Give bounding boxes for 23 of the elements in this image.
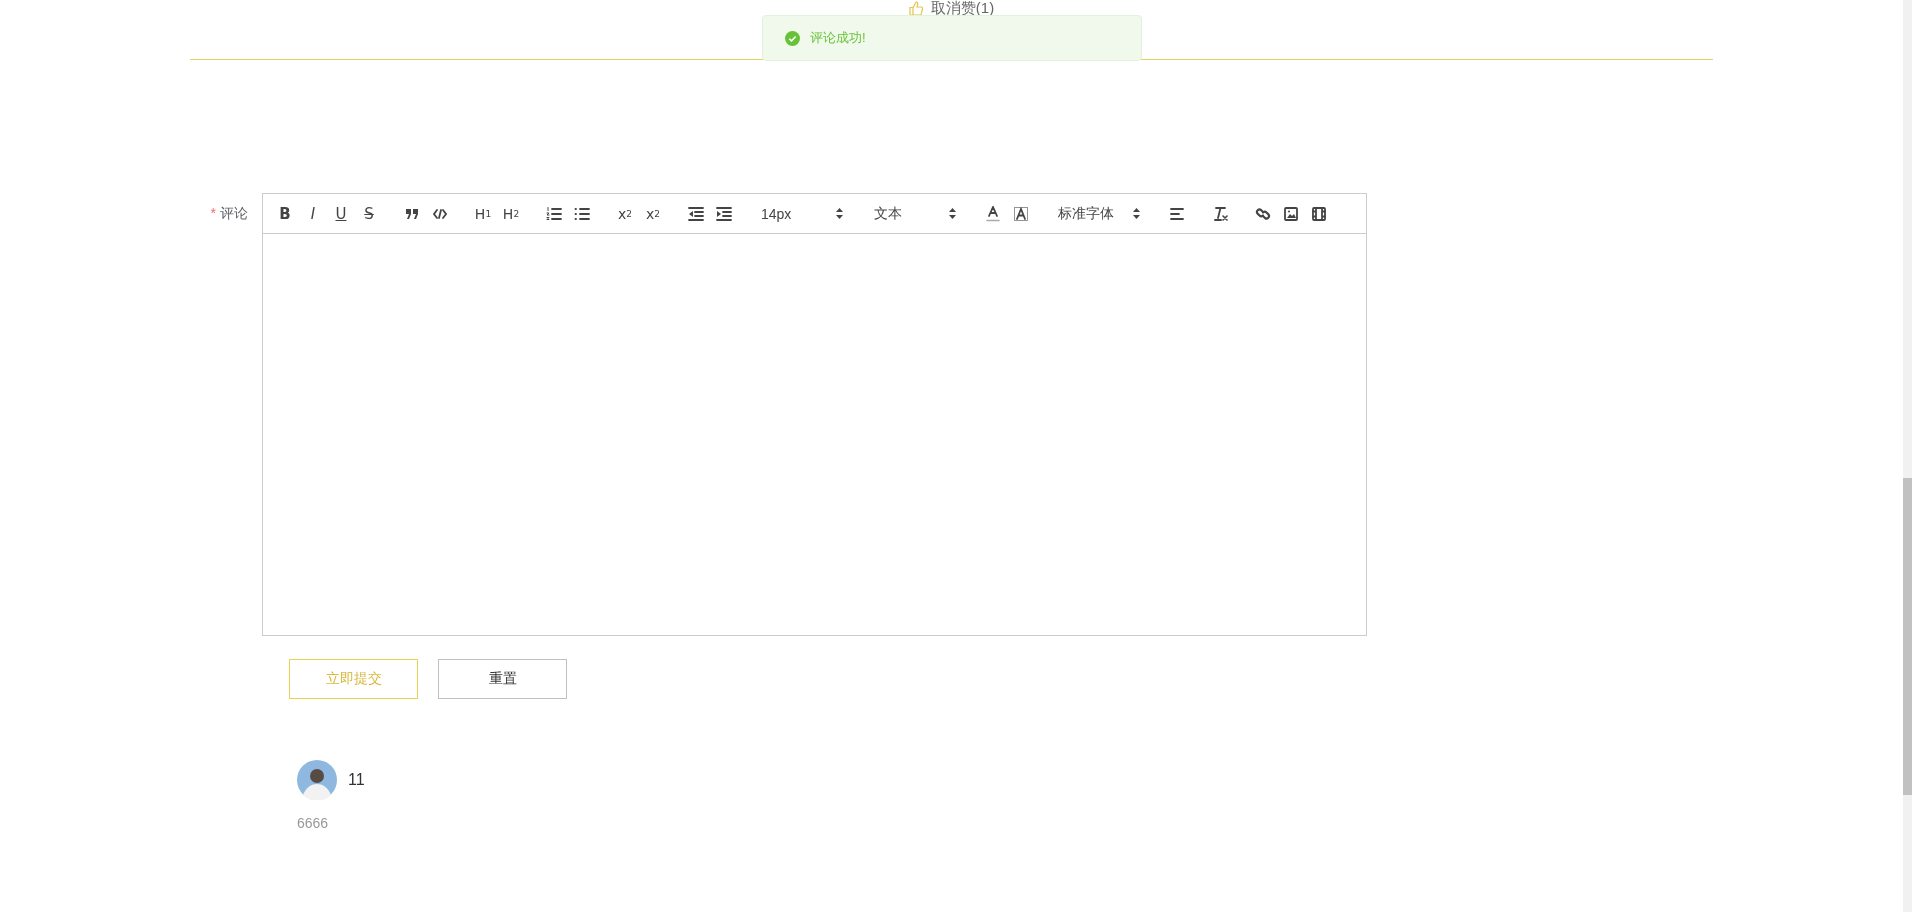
toolbar-dropdown[interactable]: 文本 [874,204,902,223]
toolbar-dropdown[interactable]: 14px [761,205,792,222]
username: 11 [348,771,365,789]
format-button[interactable]: U [327,201,355,226]
scrollbar-thumb[interactable] [1903,478,1912,795]
message-text: 评论成功! [810,29,866,47]
check-circle-icon [785,30,800,46]
thumbs-up-icon [908,0,923,16]
comment-text: 6666 [297,815,330,831]
avatar-icon [297,760,337,800]
reset-button[interactable]: 重置 [438,659,567,699]
sort-arrows-icon [1133,208,1140,219]
sort-arrows-icon [836,208,843,219]
format-button[interactable]: S [355,201,383,226]
format-button[interactable]: x$^{2}$ [639,201,667,226]
scrollbar-track[interactable] [1903,0,1912,912]
required-mark: * [210,205,216,221]
toolbar-dropdown[interactable]: 标准字体 [1058,204,1114,223]
format-button[interactable]: I [299,201,327,226]
sort-arrows-icon [949,208,956,219]
field-label: 评论 [220,205,248,221]
format-button[interactable]: B [271,201,299,226]
unlike-link[interactable]: 取消赞(1) [908,0,995,16]
